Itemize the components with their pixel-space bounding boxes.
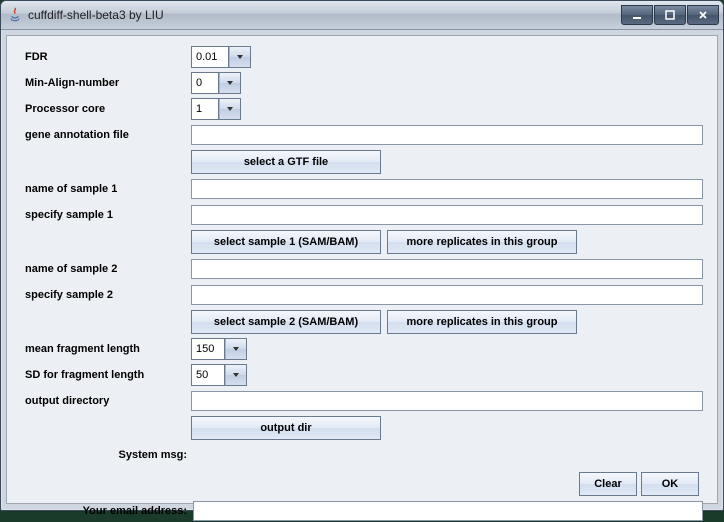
minimize-button[interactable] <box>621 5 653 25</box>
label-processor-core: Processor core <box>21 103 191 115</box>
label-mean-fragment: mean fragment length <box>21 343 191 355</box>
sd-fragment-combo[interactable]: 50 <box>191 364 247 386</box>
mean-fragment-value: 150 <box>192 339 225 359</box>
label-specify-sample1: specify sample 1 <box>21 209 191 221</box>
fdr-value: 0.01 <box>192 47 229 67</box>
select-sample1-button[interactable]: select sample 1 (SAM/BAM) <box>191 230 381 254</box>
label-fdr: FDR <box>21 51 191 63</box>
label-min-align: Min-Align-number <box>21 77 191 89</box>
select-sample2-button[interactable]: select sample 2 (SAM/BAM) <box>191 310 381 334</box>
ok-button[interactable]: OK <box>641 472 699 496</box>
label-specify-sample2: specify sample 2 <box>21 289 191 301</box>
min-align-combo[interactable]: 0 <box>191 72 241 94</box>
window-title: cuffdiff-shell-beta3 by LIU <box>28 8 620 22</box>
label-gene-annotation: gene annotation file <box>21 129 191 141</box>
name-sample2-input[interactable] <box>191 259 703 279</box>
maximize-button[interactable] <box>654 5 686 25</box>
form-panel: FDR 0.01 Min-Align-number 0 <box>6 35 718 504</box>
sd-fragment-value: 50 <box>192 365 225 385</box>
email-input[interactable] <box>193 501 703 521</box>
processor-core-value: 1 <box>192 99 219 119</box>
label-name-sample2: name of sample 2 <box>21 263 191 275</box>
output-dir-input[interactable] <box>191 391 703 411</box>
window-controls <box>620 5 719 25</box>
select-gtf-button[interactable]: select a GTF file <box>191 150 381 174</box>
output-dir-button[interactable]: output dir <box>191 416 381 440</box>
gene-annotation-input[interactable] <box>191 125 703 145</box>
fdr-combo[interactable]: 0.01 <box>191 46 251 68</box>
app-window: cuffdiff-shell-beta3 by LIU FDR 0.01 <box>0 0 724 511</box>
label-output-dir: output directory <box>21 395 191 407</box>
clear-button[interactable]: Clear <box>579 472 637 496</box>
name-sample1-input[interactable] <box>191 179 703 199</box>
close-button[interactable] <box>687 5 719 25</box>
titlebar: cuffdiff-shell-beta3 by LIU <box>1 1 723 30</box>
label-system-msg: System msg: <box>21 449 193 461</box>
specify-sample2-input[interactable] <box>191 285 703 305</box>
mean-fragment-combo[interactable]: 150 <box>191 338 247 360</box>
specify-sample1-input[interactable] <box>191 205 703 225</box>
label-email: Your email address: <box>21 505 193 517</box>
chevron-down-icon[interactable] <box>229 47 250 67</box>
label-sd-fragment: SD for fragment length <box>21 369 191 381</box>
java-icon <box>7 7 23 23</box>
chevron-down-icon[interactable] <box>225 339 246 359</box>
chevron-down-icon[interactable] <box>225 365 246 385</box>
min-align-value: 0 <box>192 73 219 93</box>
chevron-down-icon[interactable] <box>219 73 240 93</box>
chevron-down-icon[interactable] <box>219 99 240 119</box>
processor-core-combo[interactable]: 1 <box>191 98 241 120</box>
more-replicates2-button[interactable]: more replicates in this group <box>387 310 577 334</box>
label-name-sample1: name of sample 1 <box>21 183 191 195</box>
more-replicates1-button[interactable]: more replicates in this group <box>387 230 577 254</box>
